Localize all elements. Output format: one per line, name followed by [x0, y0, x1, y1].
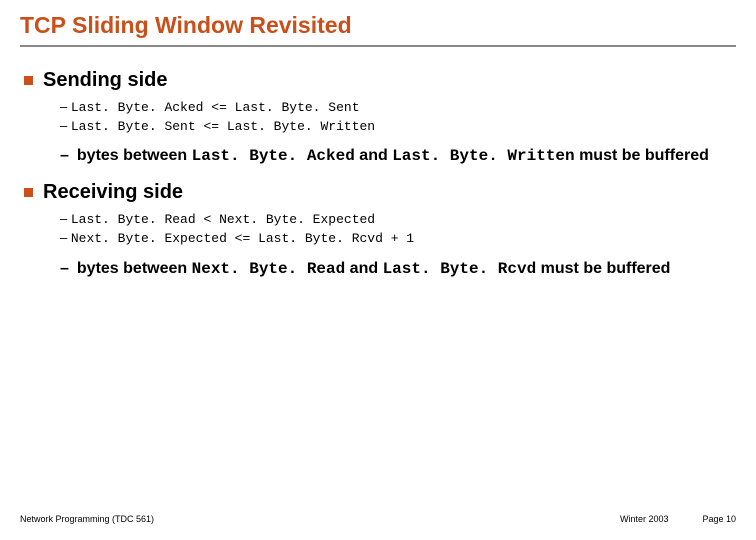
section-1-header: Sending side [24, 69, 736, 92]
section-2-header: Receiving side [24, 181, 736, 204]
section-2-note: – bytes between Next. Byte. Read and Las… [24, 259, 736, 280]
emphasis-line: – bytes between Next. Byte. Read and Las… [60, 259, 736, 280]
square-bullet-icon [24, 76, 33, 85]
section-1-relations: Last. Byte. Acked <= Last. Byte. Sent La… [24, 98, 736, 136]
dash-icon: – [60, 259, 69, 280]
square-bullet-icon [24, 188, 33, 197]
slide-title: TCP Sliding Window Revisited [20, 12, 736, 43]
relation-line: Last. Byte. Acked <= Last. Byte. Sent [60, 98, 736, 117]
slide-content: Sending side Last. Byte. Acked <= Last. … [20, 47, 736, 279]
emphasis-line: – bytes between Last. Byte. Acked and La… [60, 146, 736, 167]
footer-page: Page 10 [702, 514, 736, 524]
section-2-relations: Last. Byte. Read < Next. Byte. Expected … [24, 210, 736, 248]
relation-line: Last. Byte. Read < Next. Byte. Expected [60, 210, 736, 229]
slide-footer: Network Programming (TDC 561) Winter 200… [20, 514, 736, 524]
relation-line: Next. Byte. Expected <= Last. Byte. Rcvd… [60, 229, 736, 248]
emphasis-text: bytes between Last. Byte. Acked and Last… [77, 146, 709, 167]
footer-term: Winter 2003 [620, 514, 669, 524]
section-1-note: – bytes between Last. Byte. Acked and La… [24, 146, 736, 167]
section-1-title: Sending side [43, 69, 167, 92]
relation-line: Last. Byte. Sent <= Last. Byte. Written [60, 117, 736, 136]
footer-course: Network Programming (TDC 561) [20, 514, 154, 524]
section-2-title: Receiving side [43, 181, 183, 204]
emphasis-text: bytes between Next. Byte. Read and Last.… [77, 259, 671, 280]
dash-icon: – [60, 146, 69, 167]
